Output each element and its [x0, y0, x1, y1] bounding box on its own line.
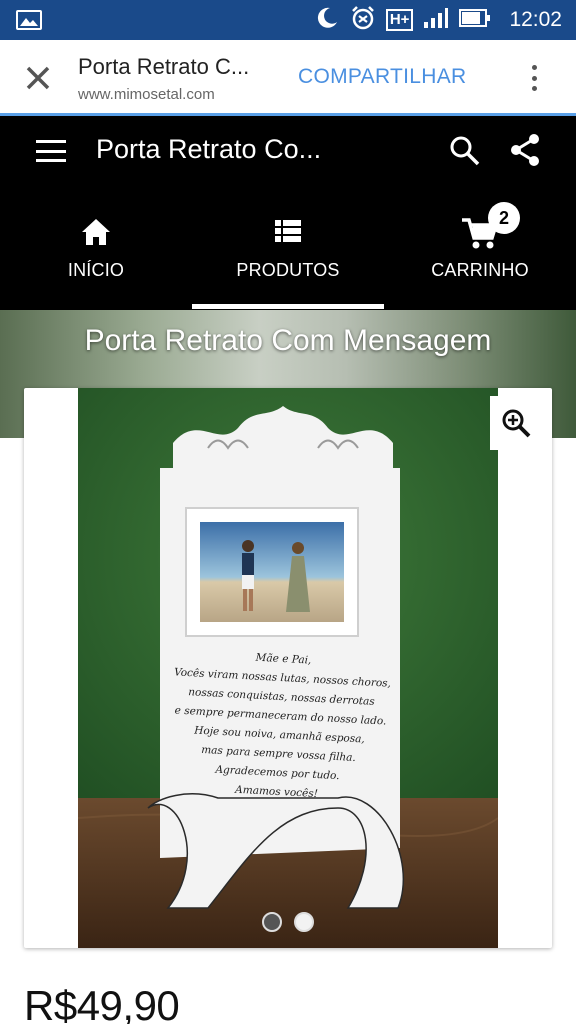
- active-tab-indicator: [192, 304, 384, 309]
- nav-label-inicio: INÍCIO: [67, 260, 125, 280]
- search-icon[interactable]: [448, 134, 482, 173]
- overflow-menu-icon[interactable]: [526, 62, 542, 94]
- nav-item-carrinho[interactable]: 2 CARRINHO: [384, 202, 576, 304]
- share-icon[interactable]: [508, 132, 542, 173]
- tab-url: www.mimosetal.com: [78, 86, 215, 103]
- frame-message: Mãe e Pai, Vocês viram nossas lutas, nos…: [166, 644, 394, 807]
- status-time: 12:02: [509, 8, 562, 31]
- site-page-title: Porta Retrato Co...: [96, 134, 322, 164]
- product-image[interactable]: Mãe e Pai, Vocês viram nossas lutas, nos…: [78, 388, 498, 948]
- network-type-label: H+: [385, 9, 414, 31]
- cart-count-badge: 2: [488, 202, 520, 234]
- nav-item-inicio[interactable]: INÍCIO: [0, 208, 192, 304]
- gallery-icon: [16, 10, 42, 30]
- tab-page-title: Porta Retrato C...: [78, 54, 250, 79]
- home-icon: [79, 216, 113, 253]
- nav-label-produtos: PRODUTOS: [236, 260, 340, 280]
- zoom-in-icon[interactable]: [490, 396, 542, 450]
- battery-icon: [459, 7, 491, 34]
- product-title: Porta Retrato Com Mensagem: [84, 324, 492, 357]
- signal-icon: [423, 7, 449, 34]
- nav-item-produtos[interactable]: PRODUTOS: [192, 208, 384, 304]
- status-bar: H+ 12:02: [0, 0, 576, 40]
- nav-label-carrinho: CARRINHO: [431, 260, 529, 280]
- carousel-dot[interactable]: [294, 912, 314, 932]
- share-button[interactable]: COMPARTILHAR: [298, 65, 467, 89]
- moon-icon: [314, 5, 340, 36]
- browser-tab-bar: Porta Retrato C... www.mimosetal.com COM…: [0, 40, 576, 116]
- hamburger-menu-icon[interactable]: [36, 140, 68, 162]
- list-icon: [273, 216, 303, 251]
- product-price: R$49,90: [24, 982, 180, 1024]
- alarm-icon: [350, 5, 376, 36]
- close-icon[interactable]: [22, 62, 54, 94]
- carousel-dot-active[interactable]: [262, 912, 282, 932]
